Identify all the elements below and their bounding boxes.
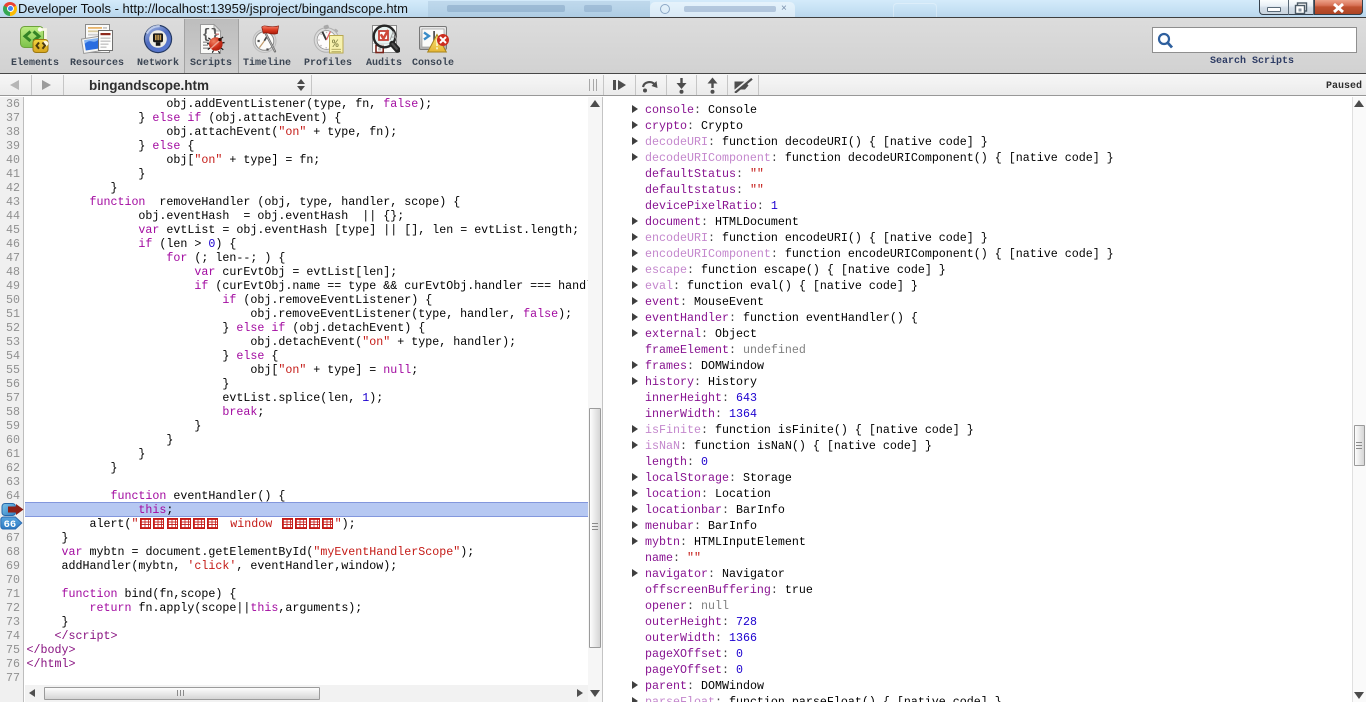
svg-text:66: 66 — [4, 519, 17, 531]
